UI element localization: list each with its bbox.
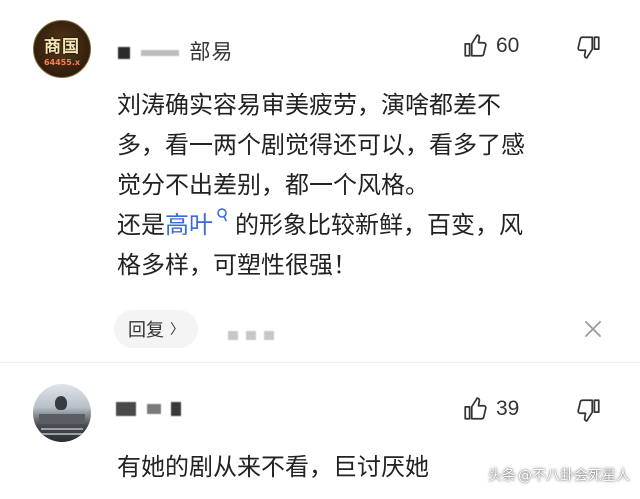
like-button[interactable]: 39 (462, 396, 519, 422)
divider (0, 362, 640, 363)
avatar-badge-text: 商国 (44, 37, 80, 57)
mention-link[interactable]: 高叶 (165, 211, 213, 239)
username-blurred-part (171, 402, 182, 416)
close-button[interactable] (582, 318, 604, 340)
avatar[interactable] (33, 384, 91, 442)
thumb-down-icon (577, 399, 600, 422)
comment-body: 刘涛确实容易审美疲劳，演啥都差不 多，看一两个剧觉得还可以，看多了感 觉分不出差… (117, 85, 617, 285)
dislike-button[interactable] (576, 397, 602, 423)
username-blurred-part (140, 50, 179, 56)
comment-text: 还是 (117, 211, 165, 239)
username-blurred-part (118, 47, 130, 59)
username-blurred-part (146, 404, 161, 414)
dislike-button[interactable] (576, 34, 602, 60)
comment-line: 觉分不出差别，都一个风格。 (117, 171, 429, 199)
like-count: 39 (496, 397, 520, 420)
comment-meta-blurred (228, 325, 282, 344)
chevron-right-icon: 〉 (170, 322, 184, 338)
watermark: 头条 @不八卦会死星人 (488, 465, 630, 485)
avatar[interactable]: 商国 64455.x (33, 20, 91, 78)
reply-button[interactable]: 回复 〉 (114, 310, 198, 348)
avatar-badge-subtext: 64455.x (43, 58, 81, 67)
like-count: 60 (496, 34, 520, 57)
watermark-text: @不八卦会死星人 (518, 468, 630, 484)
thumb-down-icon (577, 36, 600, 59)
comment-text: 的形象比较新鲜，百变，风 (235, 211, 523, 239)
username-text: 部易 (189, 40, 234, 64)
thumb-up-icon (464, 397, 487, 420)
close-icon (585, 321, 601, 337)
comment-line: 还是高叶 的形象比较新鲜，百变，风 (117, 205, 617, 245)
comment-line: 刘涛确实容易审美疲劳，演啥都差不 (117, 91, 501, 119)
like-button[interactable]: 60 (462, 33, 519, 59)
username[interactable]: 部易 (118, 36, 233, 66)
reply-label: 回复 (128, 320, 164, 341)
username-blurred-part (116, 402, 136, 416)
watermark-prefix: 头条 (488, 468, 516, 484)
username[interactable] (116, 396, 184, 420)
thumb-up-icon (464, 34, 487, 57)
search-link-icon[interactable] (215, 207, 231, 223)
comment-line: 多，看一两个剧觉得还可以，看多了感 (117, 131, 525, 159)
comment-line: 格多样，可塑性很强！ (117, 251, 357, 279)
